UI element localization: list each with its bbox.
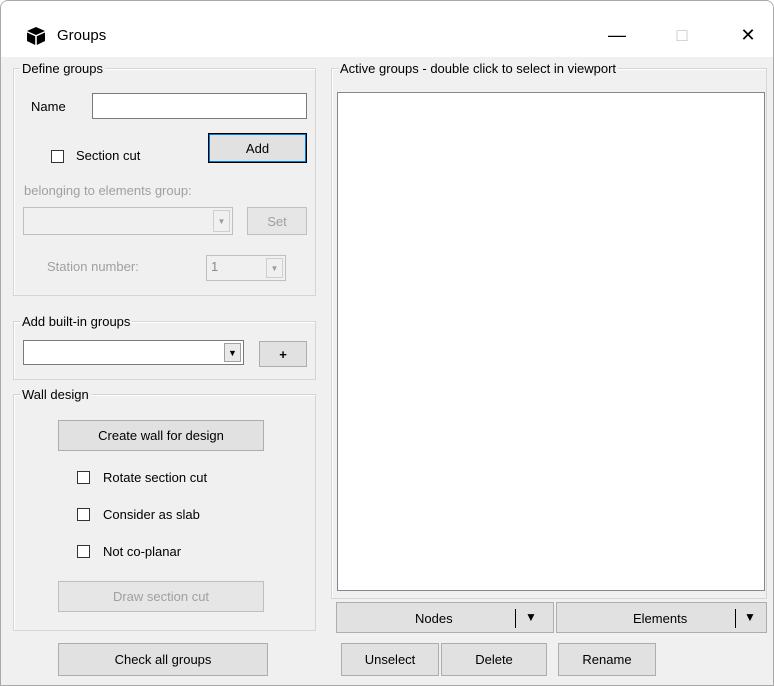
- active-groups-legend: Active groups - double click to select i…: [338, 61, 619, 76]
- maximize-button: □: [659, 15, 705, 55]
- nodes-button-label: Nodes: [415, 611, 453, 626]
- check-all-groups-button[interactable]: Check all groups: [58, 643, 268, 676]
- define-groups-legend: Define groups: [20, 61, 105, 76]
- draw-section-cut-button-label: Draw section cut: [112, 589, 210, 604]
- delete-button-label: Delete: [475, 652, 513, 667]
- not-coplanar-label[interactable]: Not co-planar: [103, 544, 181, 559]
- name-label: Name: [31, 99, 66, 114]
- chevron-down-icon: ▼: [213, 210, 230, 232]
- rename-button[interactable]: Rename: [558, 643, 656, 676]
- split-separator: [515, 609, 516, 628]
- chevron-down-icon[interactable]: ▼: [224, 343, 241, 362]
- draw-section-cut-button: Draw section cut: [58, 581, 264, 612]
- active-groups-list[interactable]: [337, 92, 765, 591]
- create-wall-button[interactable]: Create wall for design: [58, 420, 264, 451]
- elements-group-select: ▼: [23, 207, 233, 235]
- unselect-button[interactable]: Unselect: [341, 643, 439, 676]
- builtin-groups-select[interactable]: ▼: [23, 340, 244, 365]
- minimize-icon: —: [608, 24, 626, 45]
- set-button-label: Set: [267, 213, 287, 229]
- station-number-select: 1 ▼: [206, 255, 286, 281]
- add-builtin-group-button[interactable]: +: [259, 341, 307, 367]
- name-input[interactable]: [92, 93, 307, 119]
- station-number-label: Station number:: [47, 259, 139, 274]
- add-group-button-label: Add: [245, 140, 270, 156]
- minimize-button[interactable]: —: [594, 15, 640, 55]
- station-number-value: 1: [211, 259, 219, 274]
- delete-button[interactable]: Delete: [441, 643, 547, 676]
- section-cut-label[interactable]: Section cut: [76, 148, 140, 163]
- maximize-icon: □: [676, 24, 688, 45]
- split-separator: [735, 609, 736, 628]
- cube-icon: [27, 27, 45, 45]
- groups-window: Groups — □ ✕ Define groups Name Section …: [0, 0, 774, 686]
- window-title: Groups: [57, 27, 107, 44]
- consider-as-slab-label[interactable]: Consider as slab: [103, 507, 200, 522]
- close-icon: ✕: [740, 24, 756, 45]
- builtin-groups-legend: Add built-in groups: [20, 314, 133, 329]
- nodes-split-button[interactable]: Nodes ▼: [336, 602, 554, 633]
- chevron-down-icon[interactable]: ▼: [744, 610, 756, 624]
- rename-button-label: Rename: [582, 652, 632, 667]
- close-button[interactable]: ✕: [725, 15, 771, 55]
- add-builtin-group-button-label: +: [279, 346, 287, 362]
- add-group-button[interactable]: Add: [208, 133, 307, 163]
- create-wall-button-label: Create wall for design: [98, 428, 224, 443]
- dialog-client-area: Define groups Name Section cut Add belon…: [1, 57, 773, 685]
- chevron-down-icon: ▼: [266, 258, 283, 278]
- wall-design-legend: Wall design: [20, 387, 91, 402]
- belonging-label: belonging to elements group:: [24, 183, 192, 198]
- consider-as-slab-checkbox[interactable]: [77, 508, 90, 521]
- elements-button-label: Elements: [633, 611, 688, 626]
- title-bar[interactable]: Groups — □ ✕: [1, 1, 773, 57]
- not-coplanar-checkbox[interactable]: [77, 545, 90, 558]
- chevron-down-icon[interactable]: ▼: [525, 610, 537, 624]
- rotate-section-cut-label[interactable]: Rotate section cut: [103, 470, 207, 485]
- set-button: Set: [247, 207, 307, 235]
- section-cut-checkbox[interactable]: [51, 150, 64, 163]
- rotate-section-cut-checkbox[interactable]: [77, 471, 90, 484]
- check-all-groups-button-label: Check all groups: [114, 652, 212, 667]
- unselect-button-label: Unselect: [364, 652, 416, 667]
- elements-split-button[interactable]: Elements ▼: [556, 602, 767, 633]
